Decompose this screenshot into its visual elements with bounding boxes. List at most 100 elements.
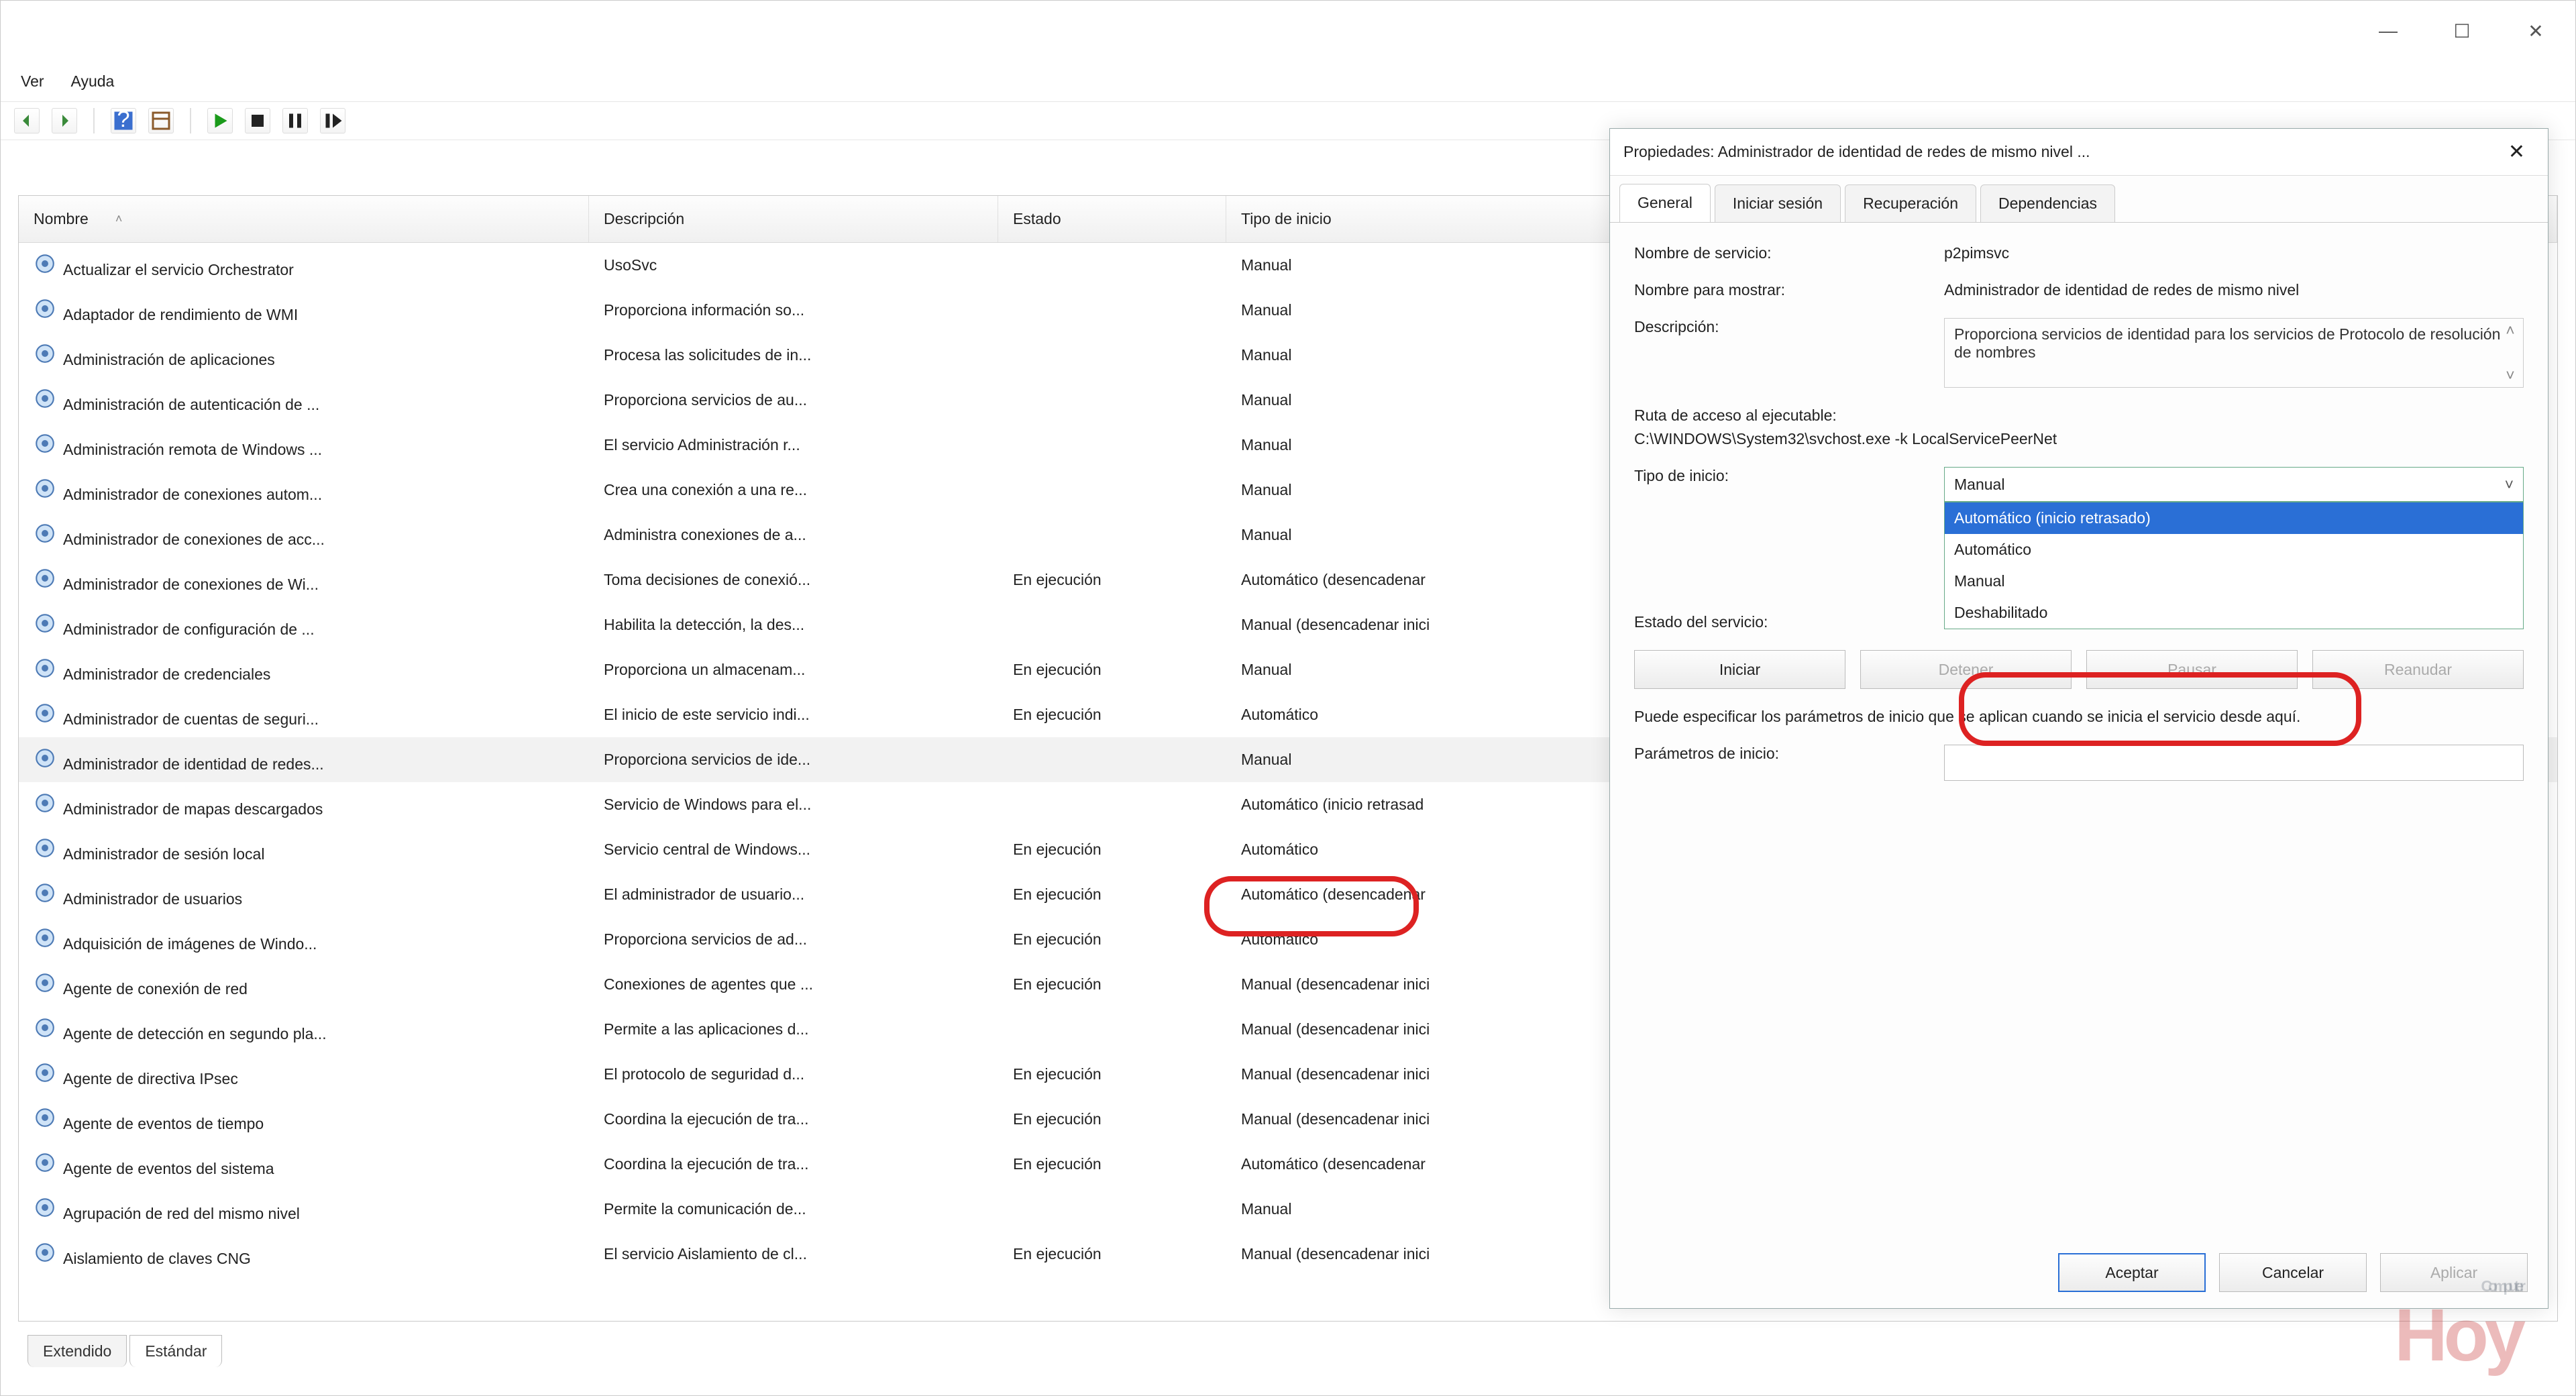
header-description[interactable]: Descripción bbox=[589, 196, 998, 242]
dialog-form: Nombre de servicio: p2pimsvc Nombre para… bbox=[1610, 223, 2548, 802]
gear-icon bbox=[34, 1016, 56, 1039]
service-name: Agente de eventos de tiempo bbox=[63, 1115, 264, 1132]
gear-icon bbox=[34, 702, 56, 724]
maximize-button[interactable]: ☐ bbox=[2425, 11, 2499, 51]
service-description: Proporciona un almacenam... bbox=[589, 661, 998, 679]
service-state: En ejecución bbox=[998, 1065, 1226, 1083]
svg-text:?: ? bbox=[117, 109, 129, 132]
gear-icon bbox=[34, 1151, 56, 1174]
sort-asc-icon: ˄ bbox=[115, 212, 123, 226]
gear-icon bbox=[34, 926, 56, 949]
service-description: Administra conexiones de a... bbox=[589, 526, 998, 544]
service-description: Servicio central de Windows... bbox=[589, 841, 998, 859]
service-state: En ejecución bbox=[998, 1245, 1226, 1263]
gear-icon bbox=[34, 747, 56, 769]
service-description: Habilita la detección, la des... bbox=[589, 616, 998, 634]
gear-icon bbox=[34, 1241, 56, 1264]
service-description: Procesa las solicitudes de in... bbox=[589, 346, 998, 364]
tab-extended[interactable]: Extendido bbox=[28, 1335, 127, 1367]
combo-option-disabled[interactable]: Deshabilitado bbox=[1945, 597, 2523, 629]
minimize-button[interactable]: — bbox=[2351, 11, 2425, 51]
service-state: En ejecución bbox=[998, 706, 1226, 724]
menubar: Ver Ayuda bbox=[1, 61, 2575, 101]
gear-icon bbox=[34, 657, 56, 680]
service-description: El administrador de usuario... bbox=[589, 885, 998, 904]
service-name: Administrador de conexiones de acc... bbox=[63, 531, 325, 548]
service-name: Administrador de conexiones autom... bbox=[63, 486, 322, 503]
label-display-name: Nombre para mostrar: bbox=[1634, 281, 1929, 299]
service-name: Administración remota de Windows ... bbox=[63, 441, 322, 458]
gear-icon bbox=[34, 387, 56, 410]
desc-scroll[interactable]: ˄˅ bbox=[2500, 321, 2520, 384]
services-window: — ☐ ✕ Ver Ayuda ? Nombre˄ Descripción Es… bbox=[0, 0, 2576, 1396]
tab-recovery[interactable]: Recuperación bbox=[1845, 184, 1976, 223]
value-exe-path: C:\WINDOWS\System32\svchost.exe -k Local… bbox=[1634, 430, 2057, 448]
service-description: El protocolo de seguridad d... bbox=[589, 1065, 998, 1083]
back-icon[interactable] bbox=[14, 108, 40, 133]
menu-help[interactable]: Ayuda bbox=[71, 72, 115, 91]
label-exe-path: Ruta de acceso al ejecutable: bbox=[1634, 407, 1837, 425]
properties-icon[interactable] bbox=[148, 108, 174, 133]
service-description: Servicio de Windows para el... bbox=[589, 796, 998, 814]
value-description: Proporciona servicios de identidad para … bbox=[1944, 318, 2524, 388]
service-name: Administrador de conexiones de Wi... bbox=[63, 576, 319, 593]
close-button[interactable]: ✕ bbox=[2499, 11, 2573, 51]
service-description: Proporciona servicios de ide... bbox=[589, 751, 998, 769]
service-state: En ejecución bbox=[998, 975, 1226, 994]
header-state[interactable]: Estado bbox=[998, 196, 1226, 242]
service-state: En ejecución bbox=[998, 930, 1226, 949]
start-params-input[interactable] bbox=[1944, 745, 2524, 781]
service-name: Administración de autenticación de ... bbox=[63, 396, 319, 413]
label-startup-type: Tipo de inicio: bbox=[1634, 467, 1929, 485]
gear-icon bbox=[34, 342, 56, 365]
pause-button: Pausar bbox=[2086, 650, 2298, 689]
header-name[interactable]: Nombre˄ bbox=[19, 196, 589, 242]
combo-option-manual[interactable]: Manual bbox=[1945, 566, 2523, 597]
chevron-down-icon: ˅ bbox=[2505, 476, 2514, 494]
help-text: Puede especificar los parámetros de inic… bbox=[1634, 708, 2524, 726]
dialog-tabs: General Iniciar sesión Recuperación Depe… bbox=[1610, 176, 2548, 223]
dialog-titlebar: Propiedades: Administrador de identidad … bbox=[1610, 129, 2548, 176]
stop-button: Detener bbox=[1860, 650, 2072, 689]
service-name: Agente de conexión de red bbox=[63, 980, 248, 998]
service-description: Permite a las aplicaciones d... bbox=[589, 1020, 998, 1038]
service-name: Aislamiento de claves CNG bbox=[63, 1250, 251, 1267]
menu-view[interactable]: Ver bbox=[21, 72, 44, 91]
ok-button[interactable]: Aceptar bbox=[2058, 1253, 2206, 1292]
service-description: El servicio Aislamiento de cl... bbox=[589, 1245, 998, 1263]
value-service-name: p2pimsvc bbox=[1944, 244, 2524, 262]
cancel-button[interactable]: Cancelar bbox=[2219, 1253, 2367, 1292]
gear-icon bbox=[34, 432, 56, 455]
combo-option-auto[interactable]: Automático bbox=[1945, 534, 2523, 566]
service-name: Administrador de sesión local bbox=[63, 845, 264, 863]
start-button[interactable]: Iniciar bbox=[1634, 650, 1845, 689]
apply-button: Aplicar bbox=[2380, 1253, 2528, 1292]
gear-icon bbox=[34, 1106, 56, 1129]
tab-standard[interactable]: Estándar bbox=[129, 1335, 222, 1367]
tab-general[interactable]: General bbox=[1619, 184, 1711, 222]
startup-type-combo[interactable]: Manual ˅ Automático (inicio retrasado) A… bbox=[1944, 467, 2524, 502]
service-name: Administrador de usuarios bbox=[63, 890, 242, 908]
gear-icon bbox=[34, 522, 56, 545]
help-icon[interactable]: ? bbox=[111, 108, 136, 133]
gear-icon bbox=[34, 297, 56, 320]
service-state: En ejecución bbox=[998, 661, 1226, 679]
stop-icon[interactable] bbox=[245, 108, 270, 133]
gear-icon bbox=[34, 837, 56, 859]
tab-dependencies[interactable]: Dependencias bbox=[1980, 184, 2115, 223]
gear-icon bbox=[34, 1061, 56, 1084]
combo-option-auto-delayed[interactable]: Automático (inicio retrasado) bbox=[1945, 502, 2523, 534]
service-state: En ejecución bbox=[998, 841, 1226, 859]
service-name: Agente de eventos del sistema bbox=[63, 1160, 274, 1177]
tab-logon[interactable]: Iniciar sesión bbox=[1715, 184, 1841, 223]
label-description: Descripción: bbox=[1634, 318, 1929, 336]
gear-icon bbox=[34, 1196, 56, 1219]
dialog-title: Propiedades: Administrador de identidad … bbox=[1623, 143, 2090, 161]
gear-icon bbox=[34, 567, 56, 590]
restart-icon[interactable] bbox=[320, 108, 345, 133]
close-icon[interactable]: ✕ bbox=[2499, 136, 2534, 168]
forward-icon[interactable] bbox=[52, 108, 77, 133]
pause-icon[interactable] bbox=[282, 108, 308, 133]
play-icon[interactable] bbox=[207, 108, 233, 133]
gear-icon bbox=[34, 477, 56, 500]
